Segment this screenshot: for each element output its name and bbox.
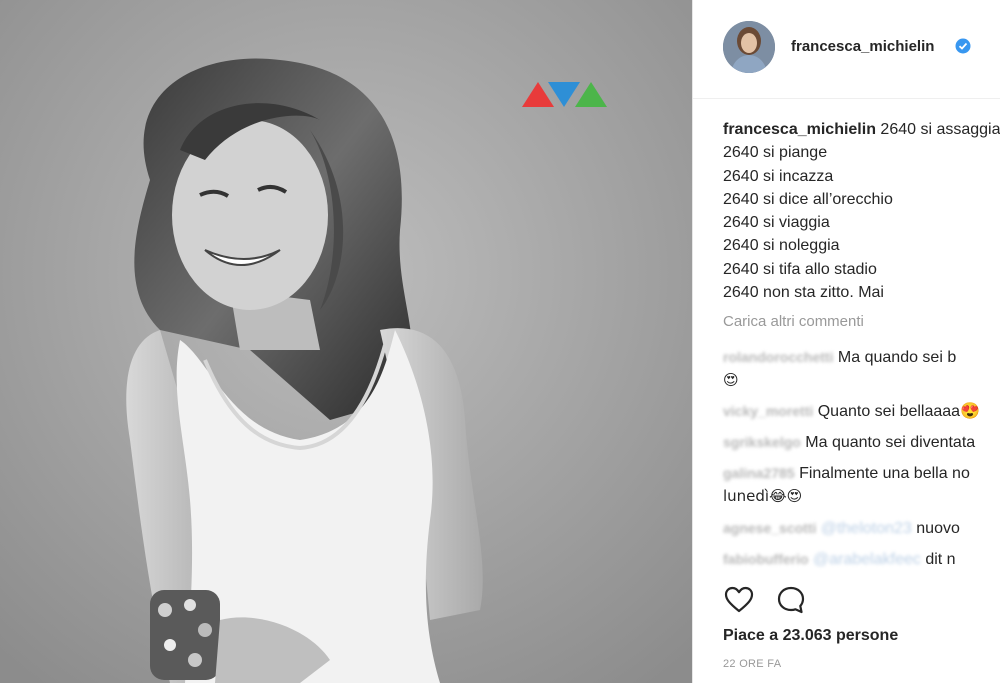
bracelet	[150, 590, 220, 680]
comment-mention[interactable]: @arabelakfeec	[813, 548, 921, 571]
comment-username[interactable]: agnese_scotti	[723, 517, 816, 540]
post-header: francesca_michielin	[693, 0, 1000, 99]
caption-line: 2640 si assaggia	[880, 121, 1000, 138]
post-photo[interactable]	[0, 0, 692, 683]
comment-username[interactable]: vicky_moretti	[723, 400, 813, 423]
load-more-comments-link[interactable]: Carica altri commenti	[723, 313, 864, 330]
comment-text: 😍	[723, 371, 739, 389]
comment-text: Ma quanto sei diventata	[805, 434, 976, 451]
comment-item: fabiobufferio @arabelakfeec dit n	[723, 548, 956, 571]
comment-item: galina2785 Finalmente una bella no luned…	[723, 462, 970, 508]
comment-item: sgrikskelgo Ma quanto sei diventata	[723, 431, 975, 454]
comment-username[interactable]: galina2785	[723, 462, 795, 485]
caption-username[interactable]: francesca_michielin	[723, 121, 876, 138]
header-username[interactable]: francesca_michielin	[791, 38, 934, 55]
caption-line: 2640 si noleggia	[723, 237, 840, 255]
comment-item: rolandorocchetti Ma quando sei b 😍	[723, 346, 956, 392]
caption-line: 2640 si incazza	[723, 167, 834, 185]
like-button[interactable]	[723, 584, 755, 616]
comment-item: agnese_scotti @theloton23 nuovo	[723, 517, 960, 540]
post-actions	[723, 584, 843, 616]
post-side-panel: francesca_michielin francesca_michielin …	[692, 0, 1000, 683]
comment-item: vicky_moretti Quanto sei bellaaaa😍	[723, 400, 980, 423]
comment-button[interactable]	[775, 584, 807, 616]
comment-username[interactable]: sgrikskelgo	[723, 431, 801, 454]
post-caption: francesca_michielin 2640 si assaggia 264…	[723, 118, 1000, 304]
comment-bubble-icon	[777, 586, 805, 614]
caption-line: 2640 non sta zitto. Mai	[723, 284, 884, 302]
caption-line: 2640 si tifa allo stadio	[723, 260, 877, 278]
comment-text: Finalmente una bella no	[799, 465, 970, 482]
post-timestamp[interactable]: 22 ORE FA	[723, 658, 781, 670]
caption-line: 2640 si dice all’orecchio	[723, 190, 893, 208]
verified-badge-icon	[955, 38, 971, 54]
comment-text: Ma quando sei b	[837, 349, 957, 366]
heart-outline-icon	[724, 586, 754, 613]
portrait-image	[0, 0, 692, 683]
comment-username[interactable]: fabiobufferio	[723, 548, 809, 571]
comment-mention[interactable]: @theloton23	[821, 517, 912, 540]
likes-count[interactable]: Piace a 23.063 persone	[723, 627, 898, 645]
comment-text: dit n	[925, 551, 956, 568]
caption-line: 2640 si viaggia	[723, 214, 830, 232]
avatar[interactable]	[723, 21, 775, 73]
caption-line: 2640 si piange	[723, 144, 828, 162]
comment-text: lunedì😂😍	[723, 487, 803, 505]
comment-text: nuovo	[916, 520, 960, 537]
comment-username[interactable]: rolandorocchetti	[723, 346, 833, 369]
comment-text: Quanto sei bellaaaa😍	[817, 403, 980, 420]
